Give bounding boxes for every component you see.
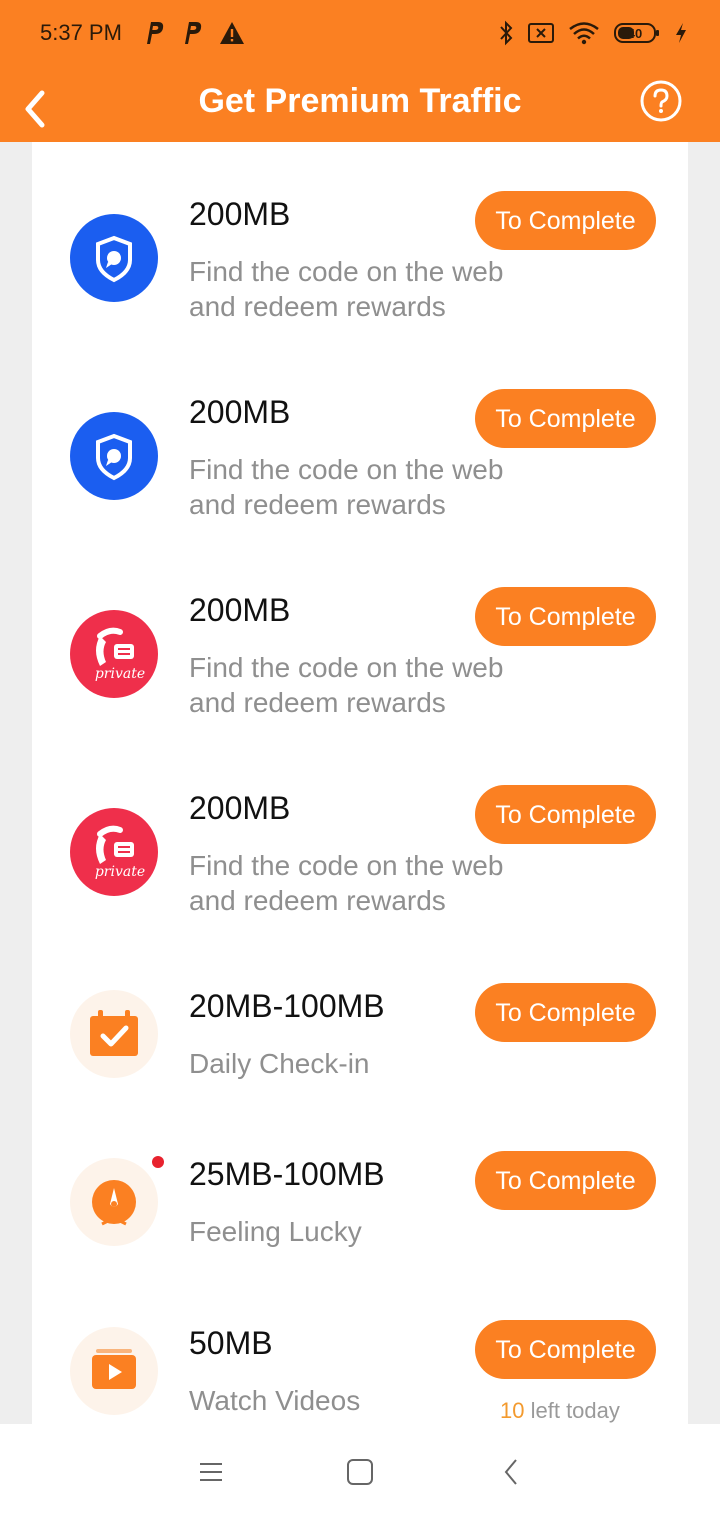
task-description: Find the code on the web and redeem rewa… <box>189 454 504 520</box>
warning-icon <box>220 22 244 44</box>
page-title: Get Premium Traffic <box>198 82 522 120</box>
nav-back-button[interactable] <box>496 1456 528 1488</box>
home-button[interactable] <box>344 1456 376 1488</box>
task-description: Find the code on the web and redeem rewa… <box>189 256 504 322</box>
to-complete-button[interactable]: To Complete <box>475 785 656 844</box>
task-description: Watch Videos <box>189 1385 361 1416</box>
private-label: private <box>95 864 145 880</box>
private-phone-icon: private <box>70 808 158 896</box>
task-amount: 50MB <box>189 1325 273 1361</box>
system-nav-bar <box>0 1424 720 1520</box>
status-time: 5:37 PM <box>40 20 122 45</box>
to-complete-button[interactable]: To Complete <box>475 389 656 448</box>
menu-icon <box>200 1463 222 1481</box>
battery-icon: 40 <box>614 23 659 43</box>
shield-chat-icon <box>70 214 158 302</box>
battery-level: 40 <box>628 26 642 41</box>
to-complete-button[interactable]: To Complete <box>475 1151 656 1210</box>
parking-icon <box>147 22 164 44</box>
app-bar: Get Premium Traffic <box>0 68 720 142</box>
remaining-label: left today <box>530 1398 620 1423</box>
to-complete-button[interactable]: To Complete <box>475 983 656 1042</box>
home-square-icon <box>347 1459 373 1485</box>
to-complete-button[interactable]: To Complete <box>475 587 656 646</box>
help-circle-icon <box>640 80 682 122</box>
back-icon <box>504 1459 517 1485</box>
private-phone-icon: private <box>70 610 158 698</box>
charging-icon <box>676 23 686 43</box>
bluetooth-icon <box>500 20 513 46</box>
status-left-icons <box>143 20 245 46</box>
sim-off-icon <box>528 23 554 43</box>
parking-icon <box>185 22 202 44</box>
task-description: Find the code on the web and redeem rewa… <box>189 652 504 718</box>
task-list: 200MB Find the code on the web and redee… <box>32 142 688 1424</box>
shield-chat-icon <box>70 412 158 500</box>
task-description: Find the code on the web and redeem rewa… <box>189 850 504 916</box>
task-description: Feeling Lucky <box>189 1216 362 1247</box>
calendar-check-icon <box>70 990 158 1078</box>
to-complete-button[interactable]: To Complete <box>475 191 656 250</box>
task-amount: 200MB <box>189 592 291 628</box>
recents-button[interactable] <box>196 1456 228 1488</box>
task-amount: 200MB <box>189 196 291 232</box>
lucky-wheel-icon <box>70 1158 158 1246</box>
help-button[interactable] <box>640 80 682 122</box>
task-amount: 20MB-100MB <box>189 988 385 1024</box>
status-bar: 5:37 PM 40 <box>0 0 720 68</box>
task-description: Daily Check-in <box>189 1048 370 1079</box>
video-play-icon <box>70 1327 158 1415</box>
private-label: private <box>95 666 145 682</box>
remaining-count: 10 <box>500 1398 525 1423</box>
task-amount: 200MB <box>189 394 291 430</box>
status-right-icons: 40 <box>498 20 688 46</box>
wifi-icon <box>569 22 599 45</box>
notification-dot <box>152 1156 164 1168</box>
to-complete-button[interactable]: To Complete <box>475 1320 656 1379</box>
remaining-today: 10 left today <box>500 1398 620 1424</box>
task-amount: 25MB-100MB <box>189 1156 385 1192</box>
task-amount: 200MB <box>189 790 291 826</box>
